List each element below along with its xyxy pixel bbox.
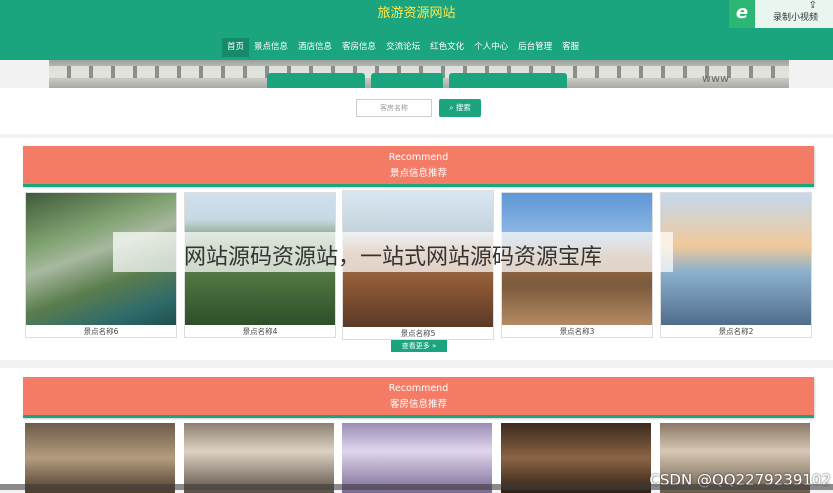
attractions-title-cn: 景点信息推荐 bbox=[389, 168, 447, 179]
promo-overlay: 网站源码资源站，一站式网站源码资源宝库 bbox=[113, 232, 673, 272]
view-more-button[interactable]: 查看更多 » bbox=[391, 340, 447, 352]
banner-tab[interactable] bbox=[267, 73, 365, 88]
rooms-title-en: Recommend bbox=[388, 383, 449, 394]
attraction-image bbox=[661, 193, 811, 325]
banner-tab[interactable] bbox=[449, 73, 567, 88]
attraction-caption: 景点名称2 bbox=[718, 327, 754, 336]
banner-watermark: www bbox=[702, 72, 729, 85]
nav-hotels[interactable]: 酒店信息 bbox=[293, 38, 337, 57]
attractions-header: Recommend 景点信息推荐 bbox=[23, 146, 814, 187]
rooms-header: Recommend 客房信息推荐 bbox=[23, 377, 814, 418]
attraction-caption: 景点名称6 bbox=[83, 327, 119, 336]
banner-tab[interactable] bbox=[371, 73, 443, 88]
room-image bbox=[342, 423, 492, 493]
room-image bbox=[501, 423, 651, 493]
room-card[interactable] bbox=[184, 423, 334, 493]
nav-rooms[interactable]: 客房信息 bbox=[337, 38, 381, 57]
room-card[interactable] bbox=[501, 423, 651, 493]
nav-admin[interactable]: 后台管理 bbox=[513, 38, 557, 57]
banner-carousel[interactable]: www bbox=[49, 60, 789, 88]
search-button-label: 搜索 bbox=[455, 103, 471, 112]
nav-forum[interactable]: 交流论坛 bbox=[381, 38, 425, 57]
video-progress-bar[interactable] bbox=[0, 484, 833, 490]
site-title: 旅游资源网站 bbox=[377, 6, 456, 21]
site-header: 旅游资源网站 首页 景点信息 酒店信息 客房信息 交流论坛 红色文化 个人中心 … bbox=[0, 0, 833, 60]
attraction-card[interactable]: 景点名称2 bbox=[660, 192, 812, 338]
recorder-label: 录制小视频 bbox=[773, 13, 819, 23]
search-bar: 客房名称 ⌕ 搜索 bbox=[0, 88, 833, 134]
main-nav: 首页 景点信息 酒店信息 客房信息 交流论坛 红色文化 个人中心 后台管理 客服 bbox=[222, 38, 584, 57]
player-time: 4 bbox=[1, 452, 9, 466]
overlay-text: 网站源码资源站，一站式网站源码资源宝库 bbox=[183, 245, 602, 270]
room-card[interactable] bbox=[25, 423, 175, 493]
rooms-title-cn: 客房信息推荐 bbox=[389, 399, 447, 410]
recorder-badge[interactable]: e ⇪ 录制小视频 bbox=[729, 0, 833, 28]
attraction-caption: 景点名称5 bbox=[400, 329, 436, 338]
attractions-title-en: Recommend bbox=[388, 152, 449, 163]
search-button[interactable]: ⌕ 搜索 bbox=[439, 99, 481, 117]
recorder-logo-icon: e bbox=[729, 0, 755, 28]
room-image bbox=[25, 423, 175, 493]
nav-red-culture[interactable]: 红色文化 bbox=[425, 38, 469, 57]
nav-attractions[interactable]: 景点信息 bbox=[249, 38, 293, 57]
nav-home[interactable]: 首页 bbox=[222, 38, 250, 57]
room-image bbox=[184, 423, 334, 493]
attraction-caption: 景点名称4 bbox=[242, 327, 278, 336]
room-card[interactable] bbox=[342, 423, 492, 493]
nav-user-center[interactable]: 个人中心 bbox=[469, 38, 513, 57]
attraction-caption: 景点名称3 bbox=[559, 327, 595, 336]
nav-service[interactable]: 客服 bbox=[557, 38, 584, 57]
search-input[interactable]: 客房名称 bbox=[356, 99, 432, 117]
search-icon: ⌕ bbox=[449, 103, 454, 112]
